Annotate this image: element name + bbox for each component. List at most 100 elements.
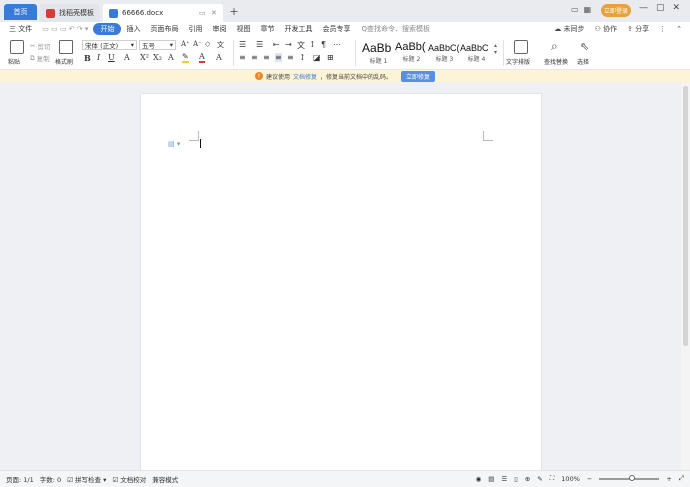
share-button[interactable]: ⇪ 分享 bbox=[627, 24, 649, 34]
numbered-list-icon[interactable]: ☰ bbox=[256, 40, 263, 49]
tab-document[interactable]: 66666.docx ▭ ✕ bbox=[103, 4, 223, 22]
menu-review[interactable]: 审阅 bbox=[207, 23, 231, 35]
line-spacing-icon[interactable]: ↕ bbox=[299, 53, 306, 62]
new-tab-icon[interactable]: + bbox=[228, 5, 240, 18]
fullscreen-icon[interactable]: ⤢ bbox=[679, 474, 684, 483]
collapse-ribbon-icon[interactable]: ⌃ bbox=[676, 25, 682, 33]
fit-page-icon[interactable]: ⛶ bbox=[550, 474, 555, 483]
align-right-icon[interactable]: ≡ bbox=[263, 53, 270, 62]
font-size-select[interactable]: 五号 ▾ bbox=[139, 40, 176, 50]
style-heading-4[interactable]: AaBbC 标题 4 bbox=[460, 41, 493, 65]
tab-template[interactable]: 找稻壳模板 bbox=[40, 4, 100, 22]
find-replace-button[interactable]: 查找替换 bbox=[544, 57, 568, 66]
distributed-icon[interactable]: ≡ bbox=[287, 53, 294, 62]
pinyin-icon[interactable]: 文 bbox=[217, 40, 224, 50]
repair-now-button[interactable]: 立即修复 bbox=[401, 70, 436, 82]
find-icon[interactable]: ⌕ bbox=[551, 39, 558, 54]
login-button[interactable]: 立即登录 bbox=[601, 4, 631, 17]
indent-icon[interactable]: ⇥ bbox=[285, 40, 292, 49]
page-indicator[interactable]: 页面: 1/1 bbox=[6, 474, 34, 484]
style-heading-1[interactable]: AaBb 标题 1 bbox=[362, 41, 395, 65]
bullet-list-icon[interactable]: ☰ bbox=[239, 40, 246, 49]
command-search[interactable]: Q查找命令、搜索模板 bbox=[361, 24, 430, 34]
char-border-icon[interactable]: A bbox=[216, 53, 222, 62]
align-left-icon[interactable]: ≡ bbox=[239, 53, 246, 62]
text-layout-icon[interactable] bbox=[514, 40, 528, 54]
menu-file[interactable]: 三 文件 bbox=[4, 23, 37, 35]
page-view-icon[interactable]: ▤ bbox=[488, 475, 494, 483]
borders-icon[interactable]: ⊞ bbox=[327, 53, 334, 62]
font-color-icon[interactable]: A bbox=[199, 53, 205, 63]
select-button[interactable]: 选择 bbox=[577, 57, 589, 66]
italic-icon[interactable]: I bbox=[97, 53, 100, 62]
shading-icon[interactable]: ◪ bbox=[313, 53, 321, 62]
zoom-in-icon[interactable]: + bbox=[666, 475, 671, 483]
quick-access-icons[interactable]: ▭ ▭ ▭ ↶ ↷ ▾ bbox=[37, 23, 93, 35]
pen-icon[interactable]: ✎ bbox=[537, 475, 542, 483]
grow-font-icon[interactable]: A⁺ bbox=[181, 40, 190, 48]
tab-home[interactable]: 首页 bbox=[4, 4, 37, 20]
scrollbar-thumb[interactable] bbox=[683, 86, 688, 346]
menu-references[interactable]: 引用 bbox=[183, 23, 207, 35]
paste-icon[interactable] bbox=[10, 40, 24, 54]
proofread-button[interactable]: ☑ 文档校对 bbox=[112, 474, 146, 484]
zoom-out-icon[interactable]: − bbox=[587, 475, 592, 483]
justify-icon[interactable]: ≡ bbox=[275, 53, 282, 62]
shrink-font-icon[interactable]: A⁻ bbox=[193, 40, 202, 48]
layout-icon[interactable]: ▭ bbox=[571, 5, 579, 17]
superscript-icon[interactable]: X² bbox=[140, 53, 149, 62]
clear-format-icon[interactable]: ◇ bbox=[205, 40, 210, 48]
style-heading-3[interactable]: AaBbC( 标题 3 bbox=[428, 41, 461, 65]
word-count[interactable]: 字数: 0 bbox=[40, 474, 61, 484]
sort-icon[interactable]: ↕ bbox=[309, 40, 316, 49]
style-heading-2[interactable]: AaBb( 标题 2 bbox=[395, 41, 428, 65]
close-window-icon[interactable]: ✕ bbox=[673, 3, 681, 13]
collab-button[interactable]: ⚇ 协作 bbox=[595, 24, 618, 34]
paste-button[interactable]: 粘贴 bbox=[8, 57, 20, 66]
menu-chapter[interactable]: 章节 bbox=[255, 23, 279, 35]
eye-icon[interactable]: ◉ bbox=[476, 475, 482, 483]
bold-icon[interactable]: B bbox=[84, 53, 91, 63]
zoom-knob[interactable] bbox=[629, 474, 636, 481]
menu-start[interactable]: 开始 bbox=[93, 23, 122, 35]
grid-icon[interactable]: ▦ bbox=[584, 5, 592, 17]
tab-close-icon[interactable]: ✕ bbox=[211, 9, 217, 17]
show-marks-icon[interactable]: ¶ bbox=[321, 40, 326, 49]
sync-status[interactable]: ☁ 未同步 bbox=[554, 24, 584, 34]
read-view-icon[interactable]: ▯ bbox=[514, 475, 518, 483]
outline-view-icon[interactable]: ☰ bbox=[501, 475, 507, 483]
more-icon[interactable]: ⋮ bbox=[659, 25, 666, 33]
menu-member[interactable]: 会员专享 bbox=[317, 23, 355, 35]
font-name-select[interactable]: 宋体 (正文) ▾ bbox=[82, 40, 137, 50]
copy-button[interactable]: ⧉ 复制 bbox=[30, 53, 50, 64]
highlight-icon[interactable]: ✎ bbox=[182, 53, 189, 63]
menu-developer[interactable]: 开发工具 bbox=[279, 23, 317, 35]
text-layout-button[interactable]: 文字排版 bbox=[506, 57, 530, 66]
document-page[interactable] bbox=[141, 94, 541, 474]
zoom-slider[interactable] bbox=[599, 474, 660, 481]
subscript-icon[interactable]: X₂ bbox=[153, 53, 162, 62]
notice-link[interactable]: 文档修复 bbox=[293, 72, 317, 81]
format-painter-icon[interactable] bbox=[59, 40, 73, 54]
spell-check-button[interactable]: ☑ 拼写检查 ▾ bbox=[67, 474, 106, 484]
format-painter-button[interactable]: 格式刷 bbox=[55, 57, 73, 66]
para-more-icon[interactable]: ⋯ bbox=[333, 40, 341, 49]
cursor-select-icon[interactable]: ⇖ bbox=[580, 40, 589, 53]
web-view-icon[interactable]: ⊕ bbox=[525, 475, 530, 483]
tab-pin-icon[interactable]: ▭ bbox=[199, 9, 206, 17]
menu-page-layout[interactable]: 页面布局 bbox=[145, 23, 183, 35]
paragraph-handle-icon[interactable]: ▤ ▾ bbox=[168, 140, 180, 148]
zoom-level[interactable]: 100% bbox=[561, 475, 580, 483]
menu-insert[interactable]: 插入 bbox=[121, 23, 145, 35]
strikethrough-icon[interactable]: A bbox=[124, 53, 130, 62]
underline-icon[interactable]: U bbox=[108, 53, 115, 62]
styles-expand-icon[interactable]: ▴ ▾ bbox=[494, 42, 497, 56]
menu-view[interactable]: 视图 bbox=[231, 23, 255, 35]
cut-button[interactable]: ✂ 剪切 bbox=[30, 41, 50, 51]
align-center-icon[interactable]: ≡ bbox=[251, 53, 258, 62]
outdent-icon[interactable]: ⇤ bbox=[273, 40, 280, 49]
text-effect-icon[interactable]: A bbox=[168, 53, 174, 62]
maximize-icon[interactable]: ▢ bbox=[656, 3, 665, 13]
chinese-layout-icon[interactable]: 文 bbox=[297, 40, 305, 51]
minimize-icon[interactable]: — bbox=[639, 3, 648, 13]
